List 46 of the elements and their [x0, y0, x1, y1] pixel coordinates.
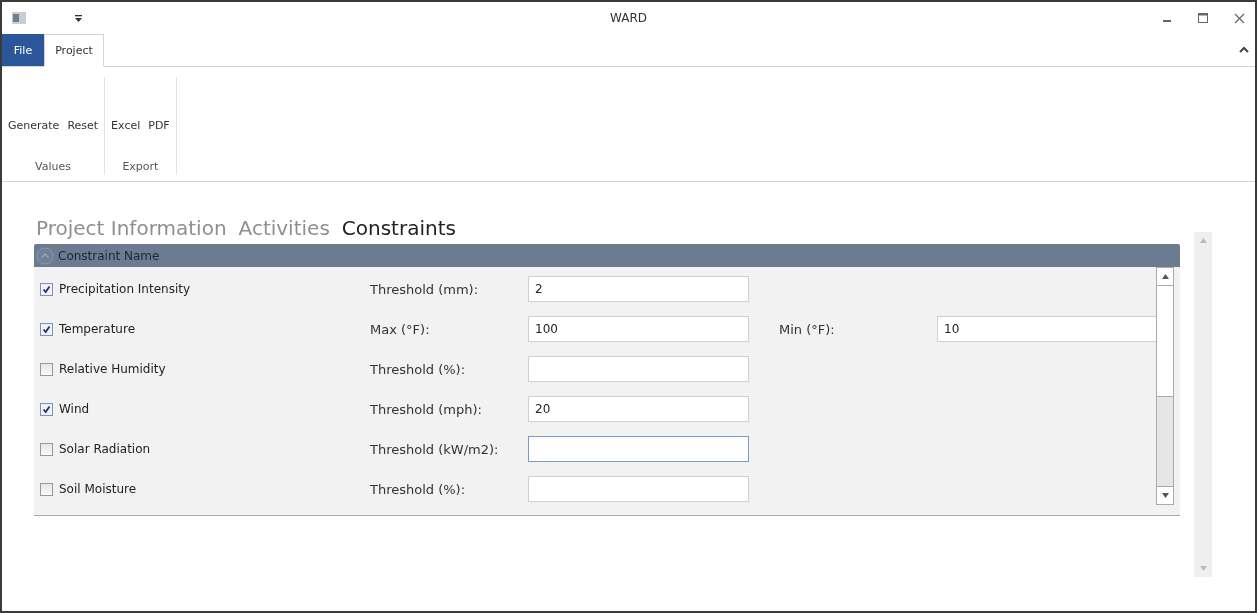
section-tab[interactable]: Constraints [341, 216, 456, 240]
input-field[interactable] [528, 476, 749, 502]
constraint-name: Precipitation Intensity [59, 282, 191, 296]
checkbox[interactable] [40, 482, 53, 496]
input-field[interactable]: 20 [528, 396, 749, 422]
checkbox[interactable] [40, 402, 53, 416]
collapse-ribbon-icon[interactable] [1239, 46, 1249, 54]
close-icon[interactable] [1234, 12, 1245, 24]
checkbox[interactable] [40, 322, 53, 336]
field-label: Threshold (mph): [370, 401, 483, 417]
ribbon-button[interactable]: Excel [109, 117, 143, 134]
input-field[interactable]: 10 [937, 316, 1156, 342]
checkbox[interactable] [40, 442, 53, 456]
checkbox[interactable] [40, 362, 53, 376]
constraint-name: Wind [59, 402, 90, 416]
ribbon-button[interactable]: Reset [65, 117, 101, 134]
constraint-name: Relative Humidity [59, 362, 166, 376]
app-icon [12, 12, 26, 24]
group-header-label: Constraint Name [58, 248, 160, 263]
collapse-icon[interactable] [36, 246, 54, 265]
field-label: Threshold (kW/m2): [370, 441, 500, 457]
scroll-up-icon[interactable] [1161, 274, 1169, 279]
scrollbar[interactable] [1156, 267, 1174, 505]
group-label: Values [34, 160, 73, 175]
field-label: Min (°F): [779, 321, 836, 337]
group-label: Export [121, 160, 160, 175]
constraint-name: Temperature [59, 322, 135, 336]
field-label: Max (°F): [370, 321, 431, 337]
input-field[interactable] [528, 436, 749, 462]
maximize-icon[interactable] [1198, 13, 1208, 23]
field-label: Threshold (%): [370, 361, 467, 377]
ribbon-button[interactable]: PDF [146, 117, 172, 134]
ribbon-button[interactable]: Generate [6, 117, 62, 134]
scroll-down-icon[interactable] [1161, 493, 1169, 498]
constraint-name: Solar Radiation [59, 442, 151, 456]
window-title: WARD [609, 11, 648, 25]
constraint-name: Soil Moisture [59, 482, 137, 496]
checkbox[interactable] [40, 282, 53, 296]
field-label: Threshold (%): [370, 481, 467, 497]
ribbon-tab[interactable]: Project [44, 34, 104, 67]
field-label: Threshold (mm): [370, 281, 480, 297]
input-field[interactable] [528, 356, 749, 382]
quick-access-menu-icon[interactable] [74, 13, 83, 23]
ribbon-tab[interactable]: File [2, 34, 44, 66]
input-field[interactable]: 100 [528, 316, 749, 342]
input-field[interactable]: 2 [528, 276, 749, 302]
